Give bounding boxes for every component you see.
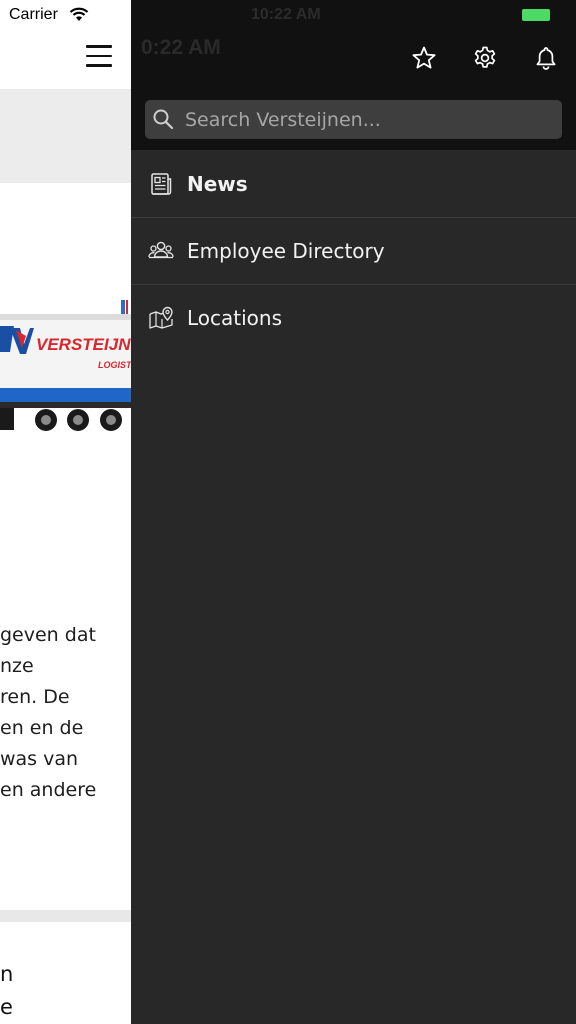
section-divider	[0, 910, 131, 922]
truck-brand-text: VERSTEIJNE	[36, 335, 131, 354]
notifications-button[interactable]	[532, 44, 560, 72]
ghost-time-text: 0:22 AM	[141, 36, 221, 59]
carrier-label: Carrier	[9, 6, 58, 23]
background-page: Carrier VERSTEIJNE LOGISTI geven dat nze…	[0, 0, 131, 1024]
title-line: n	[0, 962, 14, 986]
article-line: ren. De	[0, 686, 70, 708]
article-line: geven dat	[0, 624, 96, 646]
nav-label-locations: Locations	[187, 306, 283, 330]
drawer-nav: News Employee Directory Locations	[131, 151, 576, 352]
battery-icon	[522, 9, 552, 21]
drawer-header: 10:22 AM 0:22 AM	[131, 0, 576, 150]
next-article-title: n e	[0, 958, 13, 1024]
hamburger-menu-icon[interactable]	[86, 45, 116, 69]
search-bar[interactable]	[145, 100, 562, 139]
people-icon	[148, 241, 174, 259]
title-line: e	[0, 995, 13, 1019]
truck-sub-text: LOGISTI	[98, 360, 131, 370]
search-input[interactable]	[185, 100, 555, 139]
favorites-button[interactable]	[410, 44, 438, 72]
gear-icon	[474, 46, 496, 68]
settings-button[interactable]	[471, 44, 499, 72]
search-icon	[153, 109, 174, 130]
bell-icon	[536, 47, 556, 70]
star-icon	[412, 46, 436, 69]
article-line: was van	[0, 748, 79, 770]
nav-item-locations[interactable]: Locations	[131, 285, 576, 352]
article-line: nze	[0, 655, 34, 677]
nav-label-news: News	[187, 172, 248, 196]
nav-item-employee-directory[interactable]: Employee Directory	[131, 218, 576, 285]
truck-image: VERSTEIJNE LOGISTI	[0, 300, 131, 431]
map-pin-icon	[149, 306, 173, 329]
status-bar: Carrier	[0, 0, 131, 30]
status-time: 10:22 AM	[251, 6, 321, 23]
newspaper-icon	[151, 173, 172, 195]
nav-label-employee-directory: Employee Directory	[187, 239, 385, 263]
article-line: en en de	[0, 717, 84, 739]
article-excerpt: geven dat nze ren. De en en de was van e…	[0, 620, 131, 806]
nav-item-news[interactable]: News	[131, 151, 576, 218]
wifi-icon	[69, 7, 89, 21]
header-band	[0, 89, 131, 183]
article-line: en andere	[0, 779, 97, 801]
side-drawer: 10:22 AM 0:22 AM Search Versteijnen... N…	[131, 0, 576, 1024]
